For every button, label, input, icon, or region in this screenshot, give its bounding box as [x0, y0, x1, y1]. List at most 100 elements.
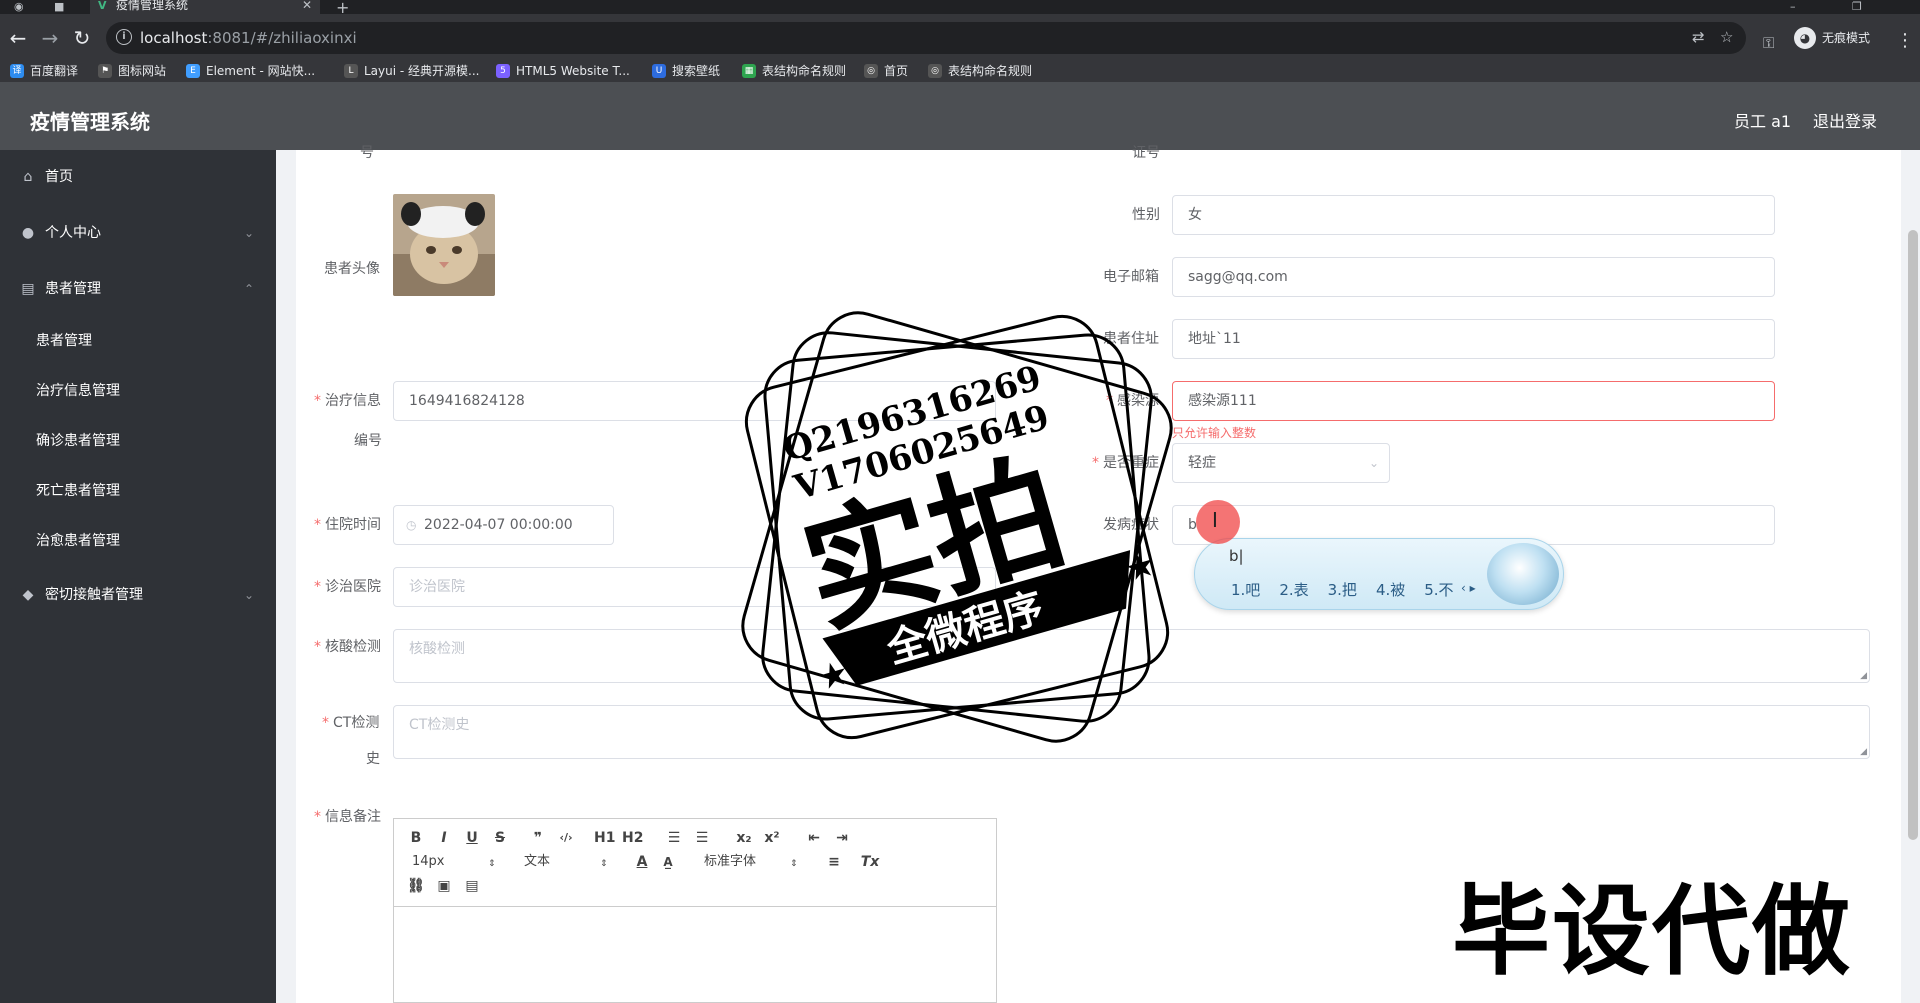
tab-search-icon[interactable]: ■ [54, 0, 64, 13]
bookmark-item[interactable]: 5 HTML5 Website T... [496, 62, 630, 80]
h1-button[interactable]: H1 [594, 829, 615, 847]
ct-label: * CT检测 [322, 715, 380, 731]
sidebar-subitem-deceased[interactable]: 死亡患者管理 [0, 466, 276, 516]
background-color-icon[interactable]: A̲ [658, 853, 678, 871]
severe-select[interactable]: 轻症 ⌄ [1172, 443, 1390, 483]
browser-tab[interactable]: V 疫情管理系统 ✕ [90, 0, 320, 14]
ime-candidate[interactable]: 2.表 [1279, 581, 1308, 599]
bookmark-html5-icon: 5 [496, 64, 510, 78]
clipboard-icon: ▤ [21, 281, 35, 297]
sidebar-item-home[interactable]: ⌂ 首页 [0, 152, 276, 202]
select-arrows-icon: ⇕ [790, 859, 798, 869]
sidebar-item-patients[interactable]: ▤ 患者管理 ⌃ [0, 264, 276, 314]
sidebar-subitem-patient-manage[interactable]: 患者管理 [0, 316, 276, 366]
bookmark-item[interactable]: ◎ 表结构命名规则 [928, 62, 1032, 80]
ime-candidate[interactable]: 1.吧 [1231, 581, 1260, 599]
bold-button[interactable]: B [406, 829, 426, 847]
ime-candidate[interactable]: 5.不 [1424, 581, 1453, 599]
translate-icon[interactable]: ⇄ [1692, 28, 1705, 46]
forward-icon[interactable]: → [38, 26, 62, 50]
clear-format-button[interactable]: Tx [860, 853, 880, 871]
hospital-label: * 诊治医院 [314, 579, 381, 595]
sidebar-subitem-treatment[interactable]: 治疗信息管理 [0, 366, 276, 416]
key-icon[interactable]: ⚿ [1763, 34, 1774, 52]
app-title: 疫情管理系统 [30, 110, 150, 134]
indent-icon[interactable]: ⇥ [832, 829, 852, 847]
sidebar-item-profile[interactable]: ● 个人中心 ⌄ [0, 208, 276, 258]
admit-time-label: * 住院时间 [314, 517, 381, 533]
resize-grip-icon[interactable]: ◢ [1860, 671, 1867, 681]
subscript-button[interactable]: x₂ [734, 829, 754, 847]
blockquote-icon[interactable]: ❞ [528, 829, 548, 847]
bullet-list-icon[interactable]: ☰ [692, 829, 712, 847]
image-icon[interactable]: ▣ [434, 877, 454, 895]
strike-button[interactable]: S [490, 829, 510, 847]
font-color-icon[interactable]: A [632, 853, 652, 871]
ct-placeholder: CT检测史 [409, 717, 470, 733]
resize-grip-icon[interactable]: ◢ [1860, 747, 1867, 757]
outdent-icon[interactable]: ⇤ [804, 829, 824, 847]
email-label: 电子邮箱 [1103, 269, 1159, 285]
bookmark-item[interactable]: E Element - 网站快... [186, 62, 315, 80]
maximize-icon[interactable]: ❐ [1852, 0, 1862, 13]
bookmark-item[interactable]: 译百度翻译 [10, 62, 78, 80]
ime-candidate[interactable]: 3.把 [1328, 581, 1357, 599]
align-icon[interactable]: ≡ [824, 853, 844, 871]
tab-close-icon[interactable]: ✕ [302, 0, 312, 11]
font-family-select[interactable]: 标准字体 ⇕ [704, 853, 798, 871]
incognito-profile[interactable]: ◕ 无痕模式 [1792, 24, 1870, 52]
patient-avatar[interactable] [393, 194, 495, 296]
superscript-button[interactable]: x² [762, 829, 782, 847]
back-icon[interactable]: ← [6, 26, 30, 50]
bookmark-item[interactable]: ▦ 表结构命名规则 [742, 62, 846, 80]
bookmark-star-icon[interactable]: ☆ [1720, 28, 1733, 46]
page-scrollbar[interactable] [1908, 230, 1918, 840]
underline-button[interactable]: U [462, 829, 482, 847]
ordered-list-icon[interactable]: ☰ [664, 829, 684, 847]
select-arrows-icon: ⇕ [488, 859, 496, 869]
app-header: 疫情管理系统 员工 a1 退出登录 [0, 82, 1920, 150]
sidebar-subitem-recovered[interactable]: 治愈患者管理 [0, 516, 276, 566]
current-user: 员工 a1 [1734, 112, 1792, 131]
bookmark-globe-icon: ◎ [864, 64, 878, 78]
admit-time-value: 2022-04-07 00:00:00 [424, 517, 573, 533]
logout-button[interactable]: 退出登录 [1813, 108, 1877, 132]
h2-button[interactable]: H2 [622, 829, 643, 847]
email-field[interactable]: sagg@qq.com [1172, 257, 1775, 297]
font-size-select[interactable]: 14px ⇕ [412, 853, 496, 871]
bookmark-item[interactable]: U 搜索壁纸 [652, 62, 720, 80]
select-arrows-icon: ⇕ [600, 859, 608, 869]
nucleic-label: * 核酸检测 [314, 639, 381, 655]
sidebar: ⌂ 首页 ● 个人中心 ⌄ ▤ 患者管理 ⌃ 患者管理 治疗信息管理 确诊患者管… [0, 150, 276, 1003]
text-style-select[interactable]: 文本 ⇕ [524, 853, 608, 871]
bottom-watermark: 毕设代做 [1452, 875, 1853, 989]
url-input[interactable]: i localhost:8081/#/zhiliaoxinxi ⇄ ☆ [106, 22, 1746, 54]
ime-page-arrows-icon[interactable]: ‹ ▸ [1461, 581, 1476, 595]
treatment-no-label-2: 编号 [354, 433, 382, 449]
italic-button[interactable]: I [434, 829, 454, 847]
admit-time-picker[interactable]: ◷ 2022-04-07 00:00:00 [393, 505, 614, 545]
link-icon[interactable]: ⛓ [406, 877, 426, 895]
infection-source-field[interactable]: 感染源111 [1172, 381, 1775, 421]
ime-composition: b| [1229, 547, 1244, 565]
bookmark-item[interactable]: L Layui - 经典开源模... [344, 62, 479, 80]
code-icon[interactable]: ‹/› [556, 829, 576, 847]
site-info-icon[interactable]: i [116, 29, 132, 45]
minimize-icon[interactable]: – [1790, 0, 1796, 13]
browser-menu-icon[interactable]: ⋮ [1896, 32, 1914, 50]
bookmark-wallpaper-icon: U [652, 64, 666, 78]
editor-toolbar: B I U S ❞ ‹/› H1 H2 ☰ ☰ x₂ x² ⇤ ⇥ 14px ⇕ … [394, 819, 996, 907]
video-icon[interactable]: ▤ [462, 877, 482, 895]
cursor-highlight [1196, 500, 1240, 544]
bookmark-element-icon: E [186, 64, 200, 78]
bookmark-globe-icon: ◎ [928, 64, 942, 78]
sidebar-subitem-confirmed[interactable]: 确诊患者管理 [0, 416, 276, 466]
gender-field[interactable]: 女 [1172, 195, 1775, 235]
ime-candidate[interactable]: 4.被 [1376, 581, 1405, 599]
browser-tabstrip: ◉ ■ V 疫情管理系统 ✕ + – ❐ [0, 0, 1920, 17]
bookmark-item[interactable]: ⚑ 图标网站 [98, 62, 166, 80]
sidebar-item-contacts[interactable]: ◆ 密切接触者管理 ⌄ [0, 570, 276, 620]
reload-icon[interactable]: ↻ [70, 26, 94, 50]
bookmark-item[interactable]: ◎ 首页 [864, 62, 908, 80]
address-field[interactable]: 地址`11 [1172, 319, 1775, 359]
